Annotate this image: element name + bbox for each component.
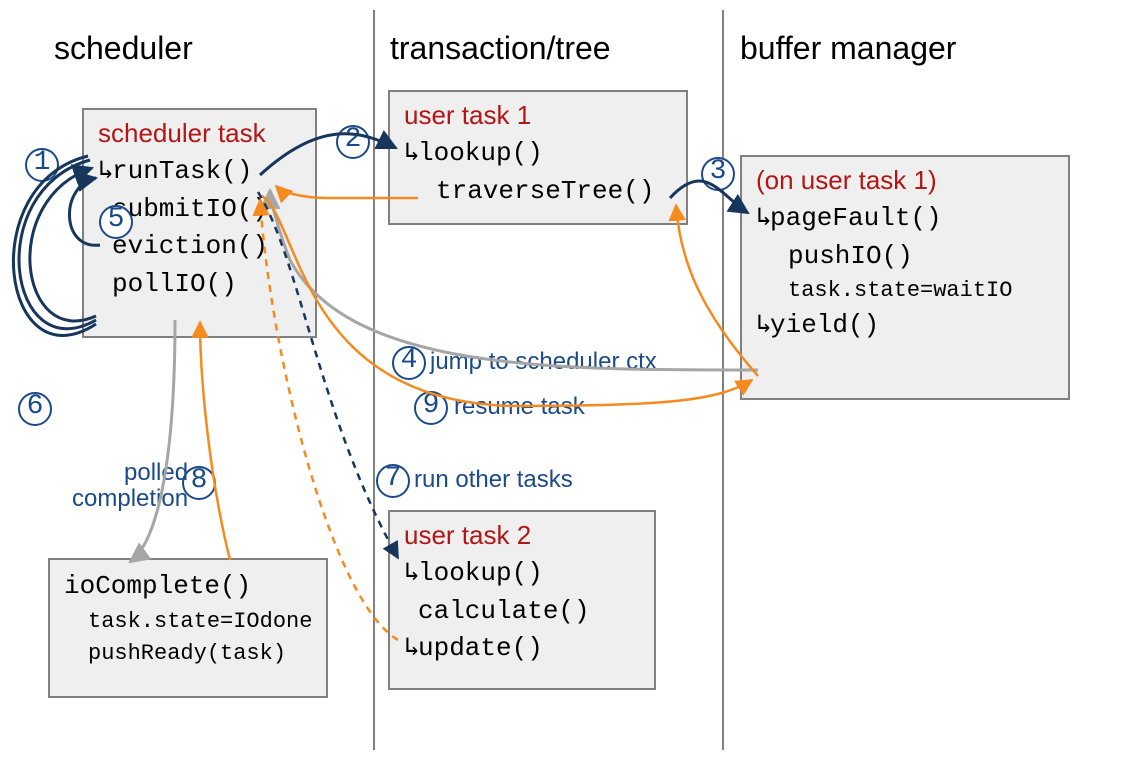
connectors-layer <box>0 0 1133 759</box>
